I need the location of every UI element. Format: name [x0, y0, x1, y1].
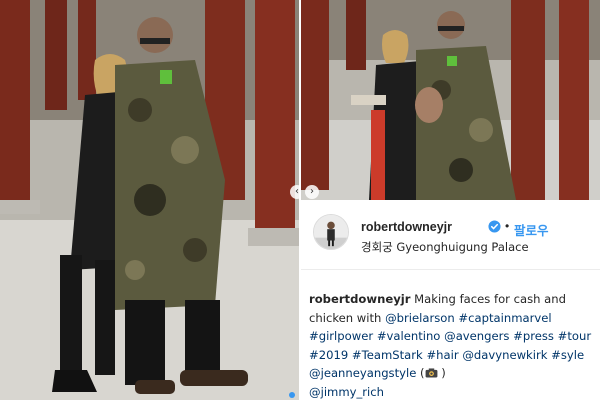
photo-scene-right — [301, 0, 600, 200]
mention-link[interactable]: @davynewkirk — [462, 348, 547, 362]
hashtag-link[interactable]: #press — [513, 329, 554, 343]
caption-paren-close: ) — [437, 366, 446, 381]
carousel-dot — [289, 392, 295, 398]
post-header: robertdowneyjr • 팔로우 경회궁 Gyeonghuigung P… — [301, 200, 600, 270]
follow-button[interactable]: 팔로우 — [514, 220, 549, 239]
camera-icon — [425, 368, 437, 378]
separator-dot: • — [505, 219, 510, 233]
hashtag-link[interactable]: #2019 — [309, 348, 348, 362]
mention-link[interactable]: @jimmy_rich — [309, 385, 384, 399]
caption-paren-open: ( — [416, 366, 425, 381]
mention-link[interactable]: @avengers — [444, 329, 509, 343]
hashtag-link[interactable]: #valentino — [377, 329, 441, 343]
mention-link[interactable]: @jeanneyangstyle — [309, 366, 416, 380]
hashtag-link[interactable]: #syle — [551, 348, 584, 362]
photo-scene-left — [0, 0, 299, 400]
location-link[interactable]: 경회궁 Gyeonghuigung Palace — [361, 239, 529, 255]
hashtag-link[interactable]: #TeamStark — [352, 348, 423, 362]
post-photo-right[interactable] — [301, 0, 600, 200]
mention-link[interactable]: @brielarson — [385, 311, 455, 325]
username-link[interactable]: robertdowneyjr — [361, 220, 452, 234]
hashtag-link[interactable]: #tour — [558, 329, 591, 343]
hashtag-link[interactable]: #girlpower — [309, 329, 373, 343]
hashtag-link[interactable]: #hair — [426, 348, 458, 362]
post-caption: robertdowneyjr Making faces for cash and… — [309, 290, 595, 400]
verified-badge-icon — [488, 220, 501, 233]
avatar-image — [314, 215, 348, 249]
hashtag-link[interactable]: #captainmarvel — [458, 311, 551, 325]
chevron-right-icon[interactable]: › — [305, 185, 319, 199]
avatar[interactable] — [313, 214, 349, 250]
post-photo-left[interactable] — [0, 0, 299, 400]
caption-username[interactable]: robertdowneyjr — [309, 292, 410, 306]
